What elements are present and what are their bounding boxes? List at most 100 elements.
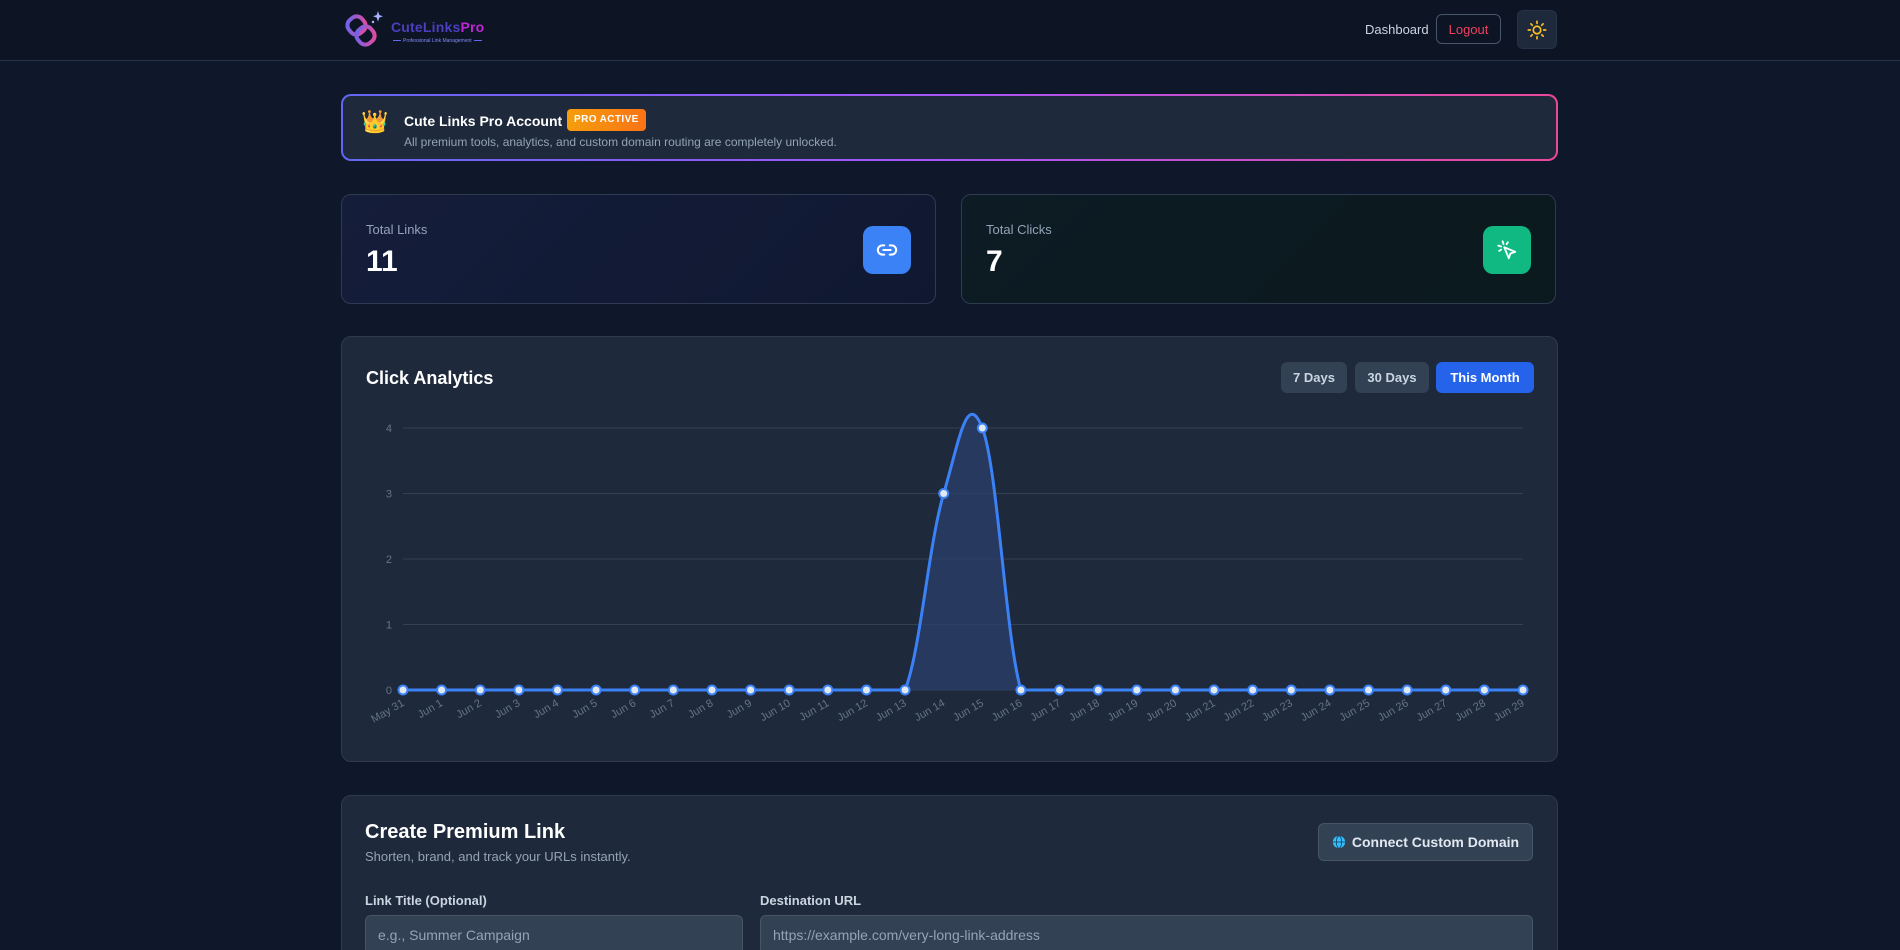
create-link-title: Create Premium Link	[365, 821, 566, 843]
x-tick-label: Jun 22	[1222, 697, 1257, 724]
data-point	[629, 684, 641, 696]
create-link-card: Create Premium Link Shorten, brand, and …	[341, 795, 1558, 950]
x-tick-label: Jun 28	[1453, 697, 1488, 724]
x-tick-label: Jun 12	[835, 697, 870, 724]
data-point	[513, 684, 525, 696]
data-point	[1478, 684, 1490, 696]
x-tick-label: Jun 19	[1106, 697, 1141, 724]
x-tick-label: Jun 5	[570, 697, 599, 721]
data-point	[783, 684, 795, 696]
x-tick-label: Jun 27	[1415, 697, 1450, 724]
series-area-fill	[403, 414, 1523, 690]
x-tick-label: Jun 14	[913, 697, 948, 724]
x-tick-label: Jun 29	[1492, 697, 1527, 724]
x-tick-label: Jun 6	[609, 697, 638, 721]
data-point	[1131, 684, 1143, 696]
data-point	[474, 684, 486, 696]
data-point	[1208, 684, 1220, 696]
total-links-card: Total Links 11	[341, 194, 936, 304]
data-point	[1054, 684, 1066, 696]
data-point	[1015, 684, 1027, 696]
theme-toggle-button[interactable]	[1517, 10, 1557, 49]
data-point	[1401, 684, 1413, 696]
y-tick-label: 2	[386, 554, 392, 566]
x-tick-label: Jun 17	[1028, 697, 1063, 724]
total-clicks-card: Total Clicks 7	[961, 194, 1556, 304]
data-point	[1440, 684, 1452, 696]
pro-banner-description: All premium tools, analytics, and custom…	[404, 135, 837, 149]
x-tick-label: Jun 21	[1183, 697, 1218, 724]
data-point	[860, 684, 872, 696]
x-tick-label: Jun 11	[797, 697, 831, 724]
data-point	[1247, 684, 1259, 696]
cursor-click-icon	[1483, 226, 1531, 274]
data-point	[436, 684, 448, 696]
x-tick-label: Jun 4	[532, 697, 561, 721]
pro-account-banner: 👑 Cute Links Pro Account PRO ACTIVE All …	[341, 94, 1558, 161]
x-tick-label: Jun 10	[758, 697, 793, 724]
connect-custom-domain-label: Connect Custom Domain	[1351, 834, 1520, 850]
x-tick-label: Jun 9	[725, 697, 754, 721]
chain-link-logo-icon	[345, 11, 383, 47]
x-tick-label: Jun 16	[990, 697, 1025, 724]
y-tick-label: 0	[386, 685, 392, 697]
data-point	[551, 684, 563, 696]
app-logo[interactable]: CuteLinksPro Professional Link Managemen…	[343, 8, 493, 52]
total-links-label: Total Links	[366, 222, 428, 237]
destination-url-input[interactable]	[760, 915, 1533, 950]
sun-icon	[1527, 19, 1547, 40]
x-tick-label: Jun 26	[1376, 697, 1411, 724]
click-analytics-card: Click Analytics 7 Days 30 Days This Mont…	[341, 336, 1558, 762]
x-tick-label: Jun 13	[874, 697, 909, 724]
x-tick-label: Jun 25	[1337, 697, 1372, 724]
total-clicks-value: 7	[986, 245, 1003, 278]
data-point	[1285, 684, 1297, 696]
top-navigation-bar: CuteLinksPro Professional Link Managemen…	[0, 0, 1900, 61]
click-analytics-chart: 0 1 2 3 4 May 31 Jun 1 Jun 2 Jun 3 Jun 4 Jun 5 Jun …	[369, 412, 1529, 726]
x-tick-label: Jun 8	[686, 697, 715, 721]
data-point	[590, 684, 602, 696]
data-point	[667, 684, 679, 696]
y-tick-label: 1	[386, 620, 392, 632]
link-title-label: Link Title (Optional)	[365, 893, 487, 908]
pro-active-badge: PRO ACTIVE	[567, 109, 646, 131]
data-point	[976, 422, 988, 434]
pro-banner-title: Cute Links Pro Account	[404, 113, 563, 129]
x-tick-label: Jun 1	[416, 697, 445, 721]
data-point	[1169, 684, 1181, 696]
x-tick-label: Jun 23	[1260, 697, 1295, 724]
data-point	[1363, 684, 1375, 696]
x-tick-label: Jun 15	[951, 697, 986, 724]
crown-icon: 👑	[361, 109, 389, 134]
data-point	[706, 684, 718, 696]
x-tick-label: Jun 7	[648, 697, 677, 721]
logout-button[interactable]: Logout	[1436, 14, 1501, 44]
y-tick-label: 4	[386, 423, 392, 435]
destination-url-label: Destination URL	[760, 893, 862, 908]
connect-custom-domain-button[interactable]: Connect Custom Domain	[1318, 823, 1533, 861]
data-point	[1092, 684, 1104, 696]
y-tick-label: 3	[386, 489, 392, 501]
x-tick-label: May 31	[369, 697, 406, 725]
data-point	[1324, 684, 1336, 696]
total-clicks-label: Total Clicks	[986, 222, 1052, 237]
x-tick-label: Jun 18	[1067, 697, 1102, 724]
total-links-value: 11	[366, 245, 398, 278]
data-point	[822, 684, 834, 696]
x-tick-label: Jun 2	[454, 697, 483, 721]
create-link-subtitle: Shorten, brand, and track your URLs inst…	[365, 849, 631, 864]
x-tick-label: Jun 24	[1299, 697, 1334, 724]
data-point	[938, 488, 950, 499]
link-icon	[863, 226, 911, 274]
link-title-input[interactable]	[365, 915, 743, 950]
logo-wordmark: CuteLinksPro	[391, 19, 485, 35]
nav-dashboard-link[interactable]: Dashboard	[1365, 22, 1429, 37]
x-tick-label: Jun 20	[1144, 697, 1179, 724]
data-point	[1517, 684, 1529, 696]
x-tick-label: Jun 3	[493, 697, 522, 721]
data-point	[745, 684, 757, 696]
globe-icon	[1332, 835, 1345, 849]
logo-tagline: Professional Link Management	[391, 38, 484, 44]
data-point	[899, 684, 911, 696]
data-point	[397, 684, 409, 696]
